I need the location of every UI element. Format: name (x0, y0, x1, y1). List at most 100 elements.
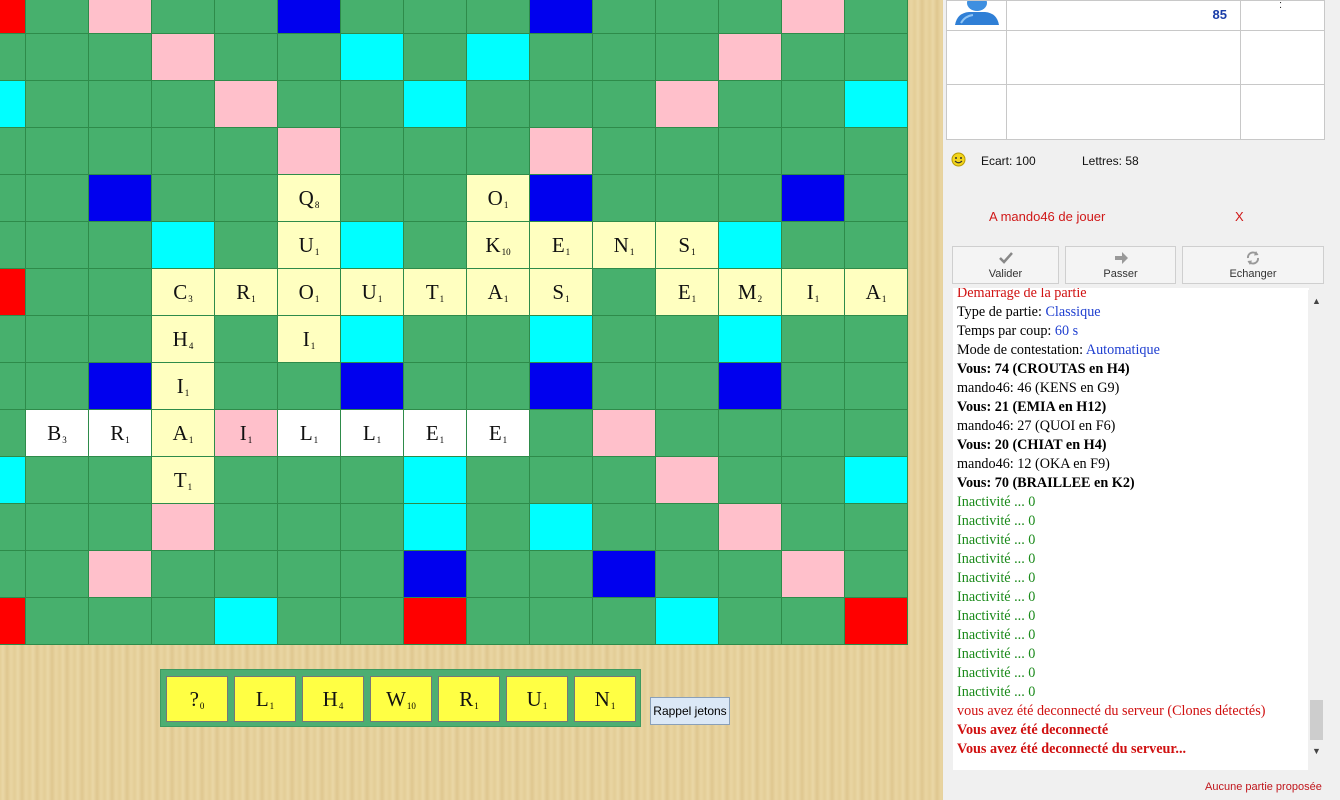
board-square[interactable] (592, 456, 656, 504)
board-square[interactable] (25, 0, 89, 35)
board-square[interactable] (781, 597, 845, 645)
close-turn-button[interactable]: X (1235, 209, 1244, 224)
board-square[interactable] (781, 174, 845, 222)
board-square[interactable] (340, 174, 404, 222)
board-square[interactable] (151, 221, 215, 269)
game-board[interactable]: Q 8 O 1 U 1 K 10 E 1 N 1 S 1 C 3 R 1 O 1 U 1 T 1 A 1 S 1 E 1 M 2 I 1 A 1 H 4 I… (0, 0, 908, 645)
board-square[interactable] (25, 174, 89, 222)
board-square[interactable] (592, 174, 656, 222)
board-tile[interactable]: T1 (151, 456, 215, 504)
board-square[interactable] (655, 315, 719, 363)
board-square[interactable] (25, 550, 89, 598)
board-square[interactable] (0, 315, 26, 363)
board-square[interactable] (403, 362, 467, 410)
board-tile[interactable]: R1 (214, 268, 278, 316)
board-square[interactable] (88, 268, 152, 316)
board-square[interactable] (718, 409, 782, 457)
board-tile[interactable]: E1 (655, 268, 719, 316)
board-square[interactable] (340, 127, 404, 175)
board-square[interactable] (403, 80, 467, 128)
board-tile[interactable]: B3 (25, 409, 89, 457)
tile-rack[interactable]: ? 0 L 1 H 4 W 10 R 1 U 1 N 1 (160, 669, 641, 727)
board-tile[interactable]: I1 (151, 362, 215, 410)
board-square[interactable] (0, 362, 26, 410)
board-square[interactable] (403, 0, 467, 35)
board-square[interactable] (529, 127, 593, 175)
board-square[interactable] (25, 221, 89, 269)
board-square[interactable] (529, 315, 593, 363)
board-square[interactable] (844, 33, 908, 81)
board-square[interactable] (466, 315, 530, 363)
board-square[interactable] (592, 409, 656, 457)
board-square[interactable] (718, 362, 782, 410)
scroll-down-icon[interactable]: ▼ (1312, 746, 1321, 756)
board-square[interactable] (340, 33, 404, 81)
board-square[interactable] (25, 362, 89, 410)
board-square[interactable] (403, 550, 467, 598)
board-square[interactable] (466, 80, 530, 128)
board-square[interactable] (844, 503, 908, 551)
board-square[interactable] (529, 362, 593, 410)
board-square[interactable] (340, 0, 404, 35)
board-square[interactable] (88, 597, 152, 645)
board-tile[interactable]: S1 (529, 268, 593, 316)
board-square[interactable] (277, 0, 341, 35)
board-tile[interactable]: Q8 (277, 174, 341, 222)
board-square[interactable] (655, 362, 719, 410)
board-square[interactable] (781, 315, 845, 363)
board-square[interactable] (0, 456, 26, 504)
board-square[interactable] (214, 33, 278, 81)
board-square[interactable] (781, 550, 845, 598)
board-square[interactable] (655, 503, 719, 551)
board-square[interactable] (844, 550, 908, 598)
board-square[interactable] (0, 80, 26, 128)
board-square[interactable] (718, 127, 782, 175)
board-square[interactable] (466, 127, 530, 175)
board-square[interactable] (718, 0, 782, 35)
board-square[interactable] (655, 127, 719, 175)
board-square[interactable] (529, 503, 593, 551)
board-square[interactable] (340, 221, 404, 269)
board-square[interactable] (529, 409, 593, 457)
board-square[interactable] (592, 0, 656, 35)
board-square[interactable] (214, 597, 278, 645)
board-tile[interactable]: N1 (592, 221, 656, 269)
board-square[interactable] (844, 597, 908, 645)
board-tile[interactable]: H4 (151, 315, 215, 363)
rack-tile[interactable]: R1 (438, 676, 500, 722)
board-square[interactable] (529, 80, 593, 128)
board-tile[interactable]: U1 (277, 221, 341, 269)
board-square[interactable] (214, 80, 278, 128)
board-square[interactable] (844, 127, 908, 175)
board-square[interactable] (466, 503, 530, 551)
board-tile[interactable]: A1 (466, 268, 530, 316)
board-square[interactable] (340, 80, 404, 128)
board-square[interactable] (214, 0, 278, 35)
board-square[interactable] (781, 0, 845, 35)
board-square[interactable] (25, 597, 89, 645)
board-square[interactable] (781, 33, 845, 81)
board-square[interactable] (340, 456, 404, 504)
board-square[interactable] (0, 221, 26, 269)
board-square[interactable] (529, 33, 593, 81)
board-square[interactable] (844, 0, 908, 35)
board-square[interactable] (277, 127, 341, 175)
board-square[interactable] (403, 221, 467, 269)
board-square[interactable] (88, 456, 152, 504)
board-square[interactable] (781, 221, 845, 269)
board-square[interactable] (466, 597, 530, 645)
board-square[interactable] (88, 80, 152, 128)
board-square[interactable] (718, 221, 782, 269)
board-tile[interactable]: I1 (277, 315, 341, 363)
board-square[interactable] (403, 174, 467, 222)
board-square[interactable] (88, 221, 152, 269)
board-tile[interactable]: I1 (781, 268, 845, 316)
board-square[interactable] (277, 503, 341, 551)
board-square[interactable] (592, 127, 656, 175)
board-square[interactable] (0, 0, 26, 35)
board-square[interactable] (781, 409, 845, 457)
board-square[interactable] (529, 0, 593, 35)
board-square[interactable] (277, 33, 341, 81)
board-square[interactable] (88, 362, 152, 410)
board-tile[interactable]: O1 (277, 268, 341, 316)
